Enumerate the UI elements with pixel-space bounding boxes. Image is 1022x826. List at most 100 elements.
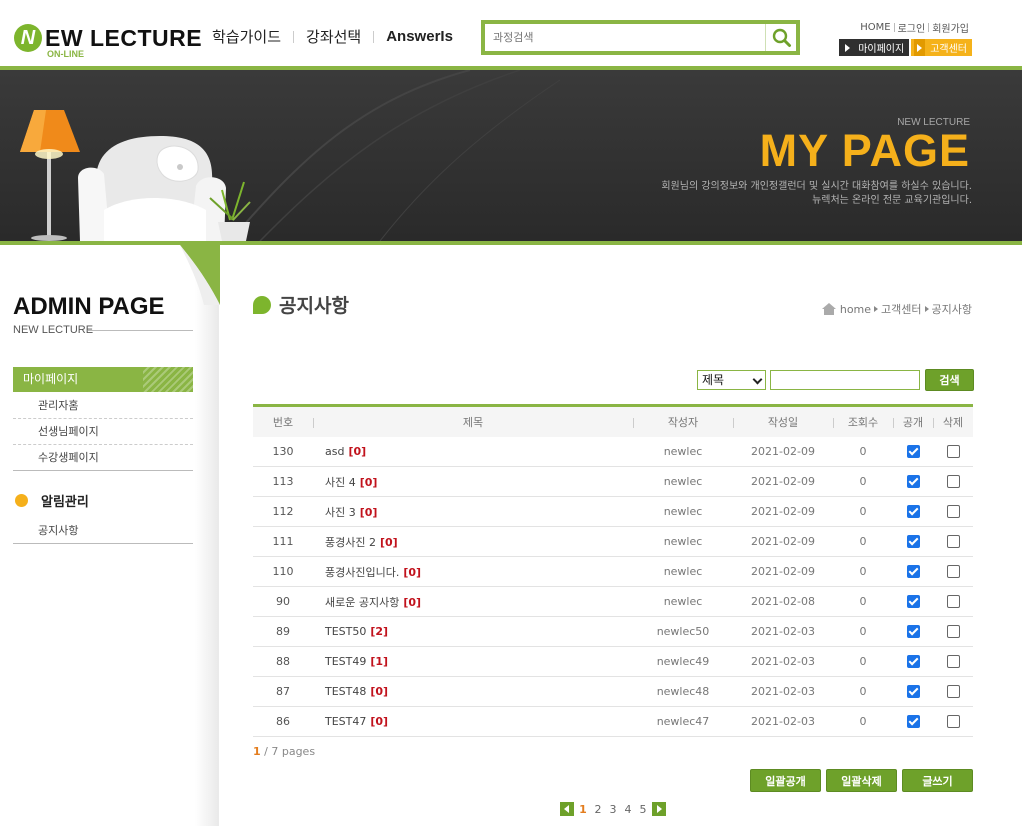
leaf-icon — [253, 295, 271, 314]
row-title-link[interactable]: 풍경사진 2 — [325, 536, 376, 549]
notice-table: 번호 제목 작성자 작성일 조회수 공개 삭제 130 asd [0] newlec 2… — [253, 404, 973, 737]
public-checkbox[interactable] — [906, 505, 920, 519]
row-title-link[interactable]: TEST49 — [325, 655, 366, 668]
page-link-4[interactable]: 4 — [622, 803, 634, 816]
public-checkbox[interactable] — [906, 715, 920, 729]
delete-checkbox[interactable] — [946, 445, 960, 458]
table-row: 130 asd [0] newlec 2021-02-09 0 — [253, 436, 973, 467]
breadcrumb-home[interactable]: home — [840, 303, 871, 316]
nav-course-select[interactable]: 강좌선택 — [294, 26, 373, 47]
row-title-link[interactable]: 풍경사진입니다. — [325, 566, 399, 579]
write-post-button[interactable]: 글쓰기 — [902, 769, 973, 792]
public-checkbox[interactable] — [906, 475, 920, 489]
nav-study-guide[interactable]: 학습가이드 — [200, 26, 293, 47]
row-public-cell — [893, 526, 933, 557]
bulk-publish-button[interactable]: 일괄공개 — [750, 769, 821, 792]
row-comment-count: [0] — [348, 444, 367, 458]
table-row: 111 풍경사진 2 [0] newlec 2021-02-09 0 — [253, 526, 973, 557]
delete-checkbox[interactable] — [946, 595, 960, 609]
delete-checkbox[interactable] — [946, 685, 960, 699]
course-search-input[interactable] — [489, 26, 765, 49]
mypage-button[interactable]: 마이페이지 — [839, 39, 910, 56]
row-writer: newlec — [633, 436, 733, 467]
public-checkbox[interactable] — [906, 595, 920, 609]
sidebar-item-student-page[interactable]: 수강생페이지 — [13, 445, 193, 471]
delete-checkbox[interactable] — [946, 505, 960, 519]
sidebar-item-notices[interactable]: 공지사항 — [13, 518, 193, 544]
public-checkbox[interactable] — [906, 655, 920, 669]
sidebar-menu-mypage[interactable]: 마이페이지 — [13, 367, 193, 392]
row-writer: newlec — [633, 466, 733, 497]
total-pages-text: / 7 pages — [260, 745, 316, 758]
col-header-views: 조회수 — [833, 406, 893, 437]
row-comment-count: [0] — [370, 715, 389, 728]
next-page-icon[interactable] — [652, 802, 666, 816]
bulk-delete-button[interactable]: 일괄삭제 — [826, 769, 897, 792]
delete-checkbox[interactable] — [946, 535, 960, 549]
search-field-select[interactable]: 제목 — [697, 370, 766, 390]
public-checkbox[interactable] — [906, 565, 920, 579]
breadcrumb: home 고객센터 공지사항 — [821, 301, 972, 317]
search-button[interactable] — [765, 24, 796, 51]
row-comment-count: [0] — [359, 475, 378, 489]
row-title-link[interactable]: TEST48 — [325, 685, 366, 698]
public-checkbox[interactable] — [906, 685, 920, 699]
banner-desc-line2: 뉴렉처는 온라인 전문 교육기관입니다. — [812, 195, 972, 206]
sidebar-menu-notice-management[interactable]: 알림관리 — [13, 488, 193, 512]
table-row: 112 사진 3 [0] newlec 2021-02-09 0 — [253, 496, 973, 527]
main-nav: 학습가이드 강좌선택 AnswerIs — [200, 26, 465, 47]
public-checkbox[interactable] — [906, 445, 920, 458]
row-title-link[interactable]: TEST50 — [325, 625, 366, 638]
chevron-down-icon — [752, 374, 763, 385]
delete-checkbox[interactable] — [946, 655, 960, 669]
sidebar-shadow — [195, 245, 219, 826]
current-page-number: 1 — [253, 745, 261, 758]
row-date: 2021-02-09 — [733, 496, 833, 527]
row-title-link[interactable]: 새로운 공지사항 — [325, 596, 399, 609]
sidebar-menu-notice-management-label: 알림관리 — [41, 494, 89, 510]
login-link[interactable]: 로그인 — [895, 20, 929, 35]
search-submit-button[interactable]: 검색 — [925, 369, 974, 391]
row-comment-count: [0] — [359, 505, 378, 519]
nav-answeris[interactable]: AnswerIs — [374, 28, 465, 45]
row-title-link[interactable]: TEST47 — [325, 715, 366, 728]
sidebar-menu-mypage-label: 마이페이지 — [23, 372, 79, 386]
search-query-input[interactable] — [770, 370, 920, 390]
arrow-right-icon — [842, 39, 854, 56]
row-title-link[interactable]: 사진 4 — [325, 476, 356, 489]
delete-checkbox[interactable] — [946, 715, 960, 729]
sidebar-item-admin-home[interactable]: 관리자홈 — [13, 393, 193, 419]
row-title-link[interactable]: 사진 3 — [325, 506, 356, 519]
page-link-5[interactable]: 5 — [637, 803, 649, 816]
public-checkbox[interactable] — [906, 625, 920, 639]
logo-mark: N — [14, 24, 42, 52]
signup-link[interactable]: 회원가입 — [929, 20, 972, 35]
page-link-3[interactable]: 3 — [607, 803, 619, 816]
breadcrumb-notices[interactable]: 공지사항 — [932, 301, 972, 317]
customer-center-button[interactable]: 고객센터 — [911, 39, 972, 56]
delete-checkbox[interactable] — [946, 625, 960, 639]
sidebar-item-teacher-page[interactable]: 선생님페이지 — [13, 419, 193, 445]
table-header-row: 번호 제목 작성자 작성일 조회수 공개 삭제 — [253, 405, 973, 437]
public-checkbox[interactable] — [906, 535, 920, 549]
mypage-banner: NEW LECTURE MY PAGE 회원님의 강의정보와 개인정갤런더 및 … — [0, 70, 1022, 241]
row-delete-cell — [933, 616, 973, 647]
row-delete-cell — [933, 526, 973, 557]
delete-checkbox[interactable] — [946, 475, 960, 489]
delete-checkbox[interactable] — [946, 565, 960, 579]
table-row: 89 TEST50 [2] newlec50 2021-02-03 0 — [253, 616, 973, 647]
admin-subtitle-rule — [88, 330, 193, 331]
row-title-cell: TEST50 [2] — [313, 616, 633, 647]
row-date: 2021-02-03 — [733, 646, 833, 677]
prev-page-icon[interactable] — [560, 802, 574, 816]
page-info: 1 / 7 pages — [253, 745, 315, 758]
sidebar-mypage-list: 관리자홈 선생님페이지 수강생페이지 — [13, 393, 193, 471]
row-public-cell — [893, 616, 933, 647]
breadcrumb-arrow-icon — [924, 306, 929, 312]
row-title-link[interactable]: asd — [325, 445, 344, 458]
page-link-2[interactable]: 2 — [592, 803, 604, 816]
row-number: 87 — [253, 676, 313, 707]
home-link[interactable]: HOME — [857, 22, 893, 33]
page-link-1[interactable]: 1 — [577, 803, 589, 816]
breadcrumb-customer-center[interactable]: 고객센터 — [881, 301, 921, 317]
